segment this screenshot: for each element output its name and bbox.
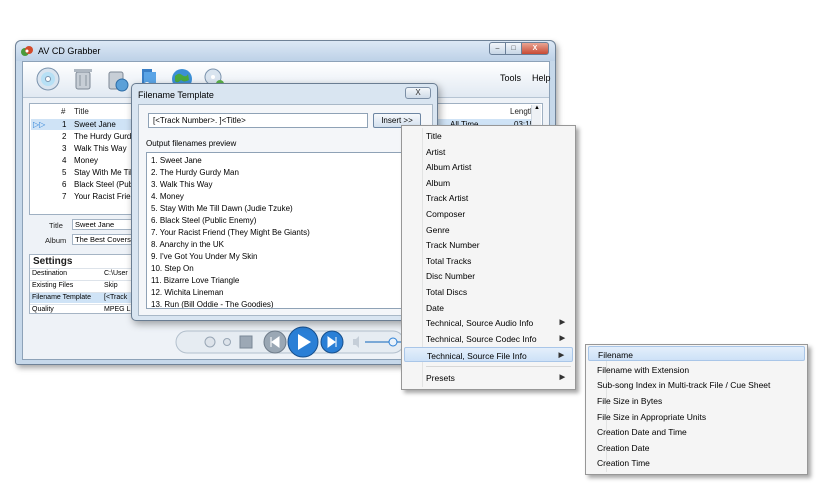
list-item: 4. Money xyxy=(151,192,184,201)
submenu-arrow-icon: ▶ xyxy=(559,319,565,326)
preview-list[interactable]: 1. Sweet Jane 2. The Hurdy Gurdy Man 3. … xyxy=(146,152,426,309)
list-item: 2. The Hurdy Gurdy Man xyxy=(151,168,239,177)
menu-item-filename[interactable]: Filename xyxy=(588,346,805,361)
dialog-body: [<Track Number>. ]<Title> Insert >> Outp… xyxy=(138,104,433,316)
menu-item-date[interactable]: Date xyxy=(404,300,573,315)
menu-item-composer[interactable]: Composer xyxy=(404,206,573,221)
menu-item-creation-date[interactable]: Creation Date xyxy=(588,440,805,455)
menu-item-presets[interactable]: Presets ▶ xyxy=(404,370,573,385)
submenu-arrow-icon: ▶ xyxy=(559,374,565,381)
list-item: 12. Wichita Lineman xyxy=(151,288,224,297)
menu-item-creation-time[interactable]: Creation Time xyxy=(588,455,805,470)
list-item: 10. Step On xyxy=(151,264,194,273)
menu-help[interactable]: Help xyxy=(532,73,551,83)
list-item: 7. Your Racist Friend (They Might Be Gia… xyxy=(151,228,310,237)
list-item: 6. Black Steel (Public Enemy) xyxy=(151,216,257,225)
previous-icon[interactable] xyxy=(263,330,287,354)
menu-item-creation-date-time[interactable]: Creation Date and Time xyxy=(588,424,805,439)
menu-item-source-file-info[interactable]: Technical, Source File Info ▶ xyxy=(404,347,573,362)
menu-item-subsong-index[interactable]: Sub-song Index in Multi-track File / Cue… xyxy=(588,377,805,392)
insert-field-menu: Title Artist Album Artist Album Track Ar… xyxy=(401,125,576,390)
menu-item-album-artist[interactable]: Album Artist xyxy=(404,159,573,174)
menu-item-total-tracks[interactable]: Total Tracks xyxy=(404,253,573,268)
maximize-button[interactable]: □ xyxy=(505,42,522,55)
list-item: 13. Run (Bill Oddie - The Goodies) xyxy=(151,300,274,309)
template-input[interactable]: [<Track Number>. ]<Title> xyxy=(148,113,368,128)
col-header-title[interactable]: Title xyxy=(74,107,89,116)
scroll-up-icon[interactable]: ▲ xyxy=(534,105,540,111)
menu-item-genre[interactable]: Genre xyxy=(404,222,573,237)
menu-item-track-number[interactable]: Track Number xyxy=(404,237,573,252)
record-icon[interactable] xyxy=(204,336,216,348)
album-label: Album xyxy=(45,236,67,245)
list-item: 5. Stay With Me Till Dawn (Judie Tzuke) xyxy=(151,204,293,213)
menu-item-source-codec-info[interactable]: Technical, Source Codec Info ▶ xyxy=(404,331,573,346)
menu-item-file-size-bytes[interactable]: File Size in Bytes xyxy=(588,393,805,408)
next-icon[interactable] xyxy=(320,330,344,354)
col-header-num[interactable]: # xyxy=(61,107,65,116)
cd-eject-icon[interactable] xyxy=(103,66,129,92)
minimize-button[interactable]: – xyxy=(489,42,506,55)
stop-icon[interactable] xyxy=(239,335,253,349)
filename-template-dialog: Filename Template X [<Track Number>. ]<T… xyxy=(131,83,438,321)
title-label: Title xyxy=(49,221,63,230)
menu-item-artist[interactable]: Artist xyxy=(404,144,573,159)
list-item: 1. Sweet Jane xyxy=(151,156,202,165)
title-bar[interactable]: AV CD Grabber – □ X xyxy=(16,41,555,61)
list-item: 3. Walk This Way xyxy=(151,180,213,189)
menu-item-filename-with-extension[interactable]: Filename with Extension xyxy=(588,362,805,377)
menu-separator xyxy=(426,366,571,367)
play-arrow-icon: ▷▷ xyxy=(33,120,46,129)
settings-heading: Settings xyxy=(33,256,73,267)
menu-item-title[interactable]: Title xyxy=(404,128,573,143)
window-title: AV CD Grabber xyxy=(38,46,101,56)
list-item: 9. I've Got You Under My Skin xyxy=(151,252,258,261)
player-controls xyxy=(175,326,415,358)
dialog-close-button[interactable]: X xyxy=(405,87,431,99)
file-info-submenu: Filename Filename with Extension Sub-son… xyxy=(585,344,808,475)
cd-icon[interactable] xyxy=(35,66,61,92)
submenu-arrow-icon: ▶ xyxy=(558,352,564,359)
dialog-title: Filename Template xyxy=(138,90,214,100)
menu-item-track-artist[interactable]: Track Artist xyxy=(404,190,573,205)
preview-label: Output filenames preview xyxy=(146,139,237,148)
list-item: 8. Anarchy in the UK xyxy=(151,240,224,249)
settings-dot-icon[interactable] xyxy=(223,338,231,346)
menu-item-total-discs[interactable]: Total Discs xyxy=(404,284,573,299)
menu-item-source-audio-info[interactable]: Technical, Source Audio Info ▶ xyxy=(404,315,573,330)
app-logo-icon xyxy=(21,46,33,56)
close-button[interactable]: X xyxy=(521,42,549,55)
menu-item-file-size-units[interactable]: File Size in Appropriate Units xyxy=(588,409,805,424)
trash-icon[interactable] xyxy=(70,66,96,92)
list-item: 11. Bizarre Love Triangle xyxy=(151,276,240,285)
submenu-arrow-icon: ▶ xyxy=(559,335,565,342)
play-icon[interactable] xyxy=(287,326,319,358)
menu-item-disc-number[interactable]: Disc Number xyxy=(404,268,573,283)
menu-item-album[interactable]: Album xyxy=(404,175,573,190)
menu-tools[interactable]: Tools xyxy=(500,73,521,83)
